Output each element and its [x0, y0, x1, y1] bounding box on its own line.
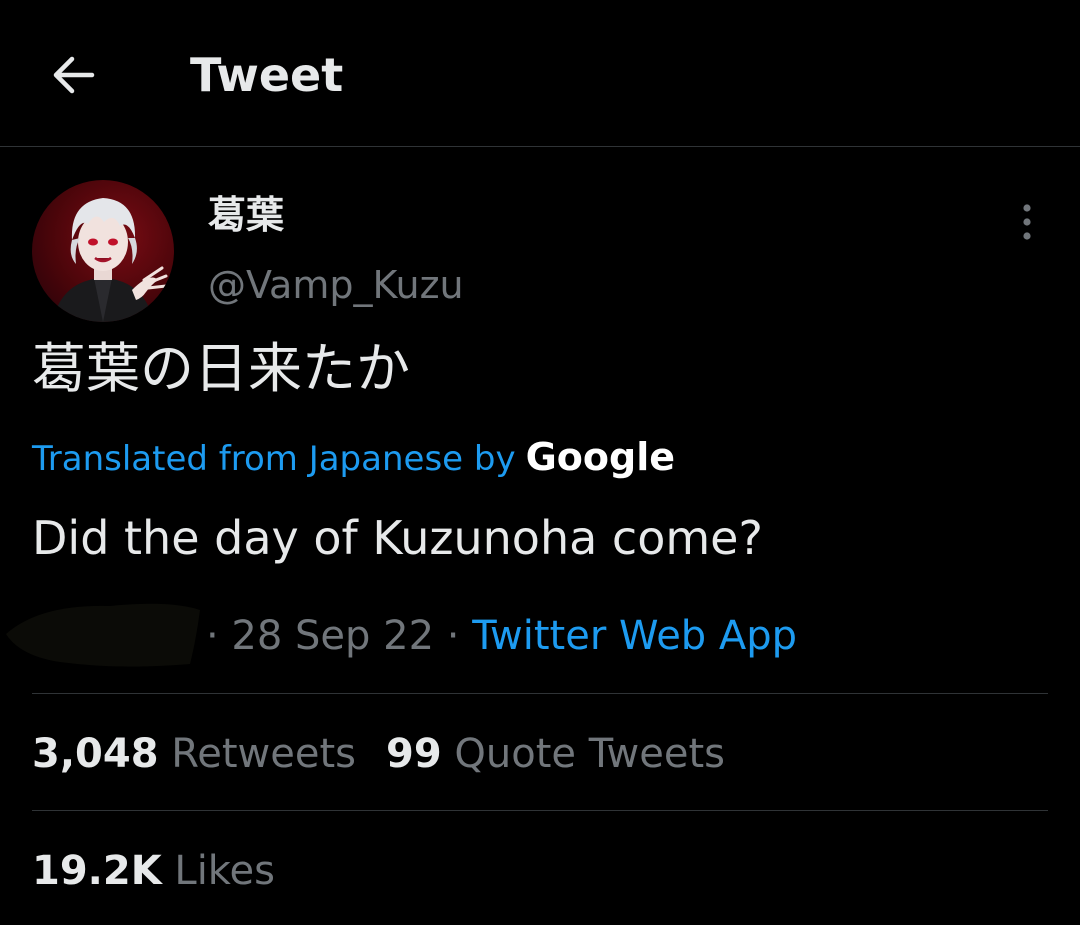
tweet-text: 葛葉の日来たか [32, 337, 410, 400]
retweets-stat[interactable]: 3,048 Retweets [32, 731, 356, 777]
quote-tweets-stat[interactable]: 99 Quote Tweets [386, 731, 725, 777]
likes-count: 19.2K [32, 848, 162, 894]
likes-stats: 19.2K Likes [32, 843, 305, 899]
divider [32, 810, 1048, 811]
tweet-date[interactable]: · 28 Sep 22 · [206, 613, 459, 659]
avatar[interactable] [32, 180, 174, 322]
more-vertical-icon [1023, 204, 1031, 240]
top-bar: Tweet [0, 0, 1080, 147]
quote-tweets-count: 99 [386, 731, 442, 777]
author-handle[interactable]: @Vamp_Kuzu [208, 260, 464, 310]
engagement-stats: 3,048 Retweets 99 Quote Tweets [32, 726, 755, 782]
likes-label: Likes [174, 848, 275, 894]
back-button[interactable] [48, 50, 98, 100]
avatar-illustration [52, 198, 168, 322]
divider [32, 693, 1048, 694]
arrow-left-icon [53, 56, 95, 94]
redaction-scribble [6, 603, 200, 667]
retweets-label: Retweets [171, 731, 356, 777]
retweets-count: 3,048 [32, 731, 159, 777]
tweet-meta: · 28 Sep 22 · Twitter Web App [206, 608, 797, 664]
tweet-source[interactable]: Twitter Web App [472, 613, 797, 659]
translation-toggle-link[interactable]: Translated from Japanese by [32, 439, 516, 479]
translated-text: Did the day of Kuzunoha come? [32, 511, 763, 565]
author-display-name[interactable]: 葛葉 [208, 190, 284, 240]
quote-tweets-label: Quote Tweets [454, 731, 725, 777]
page-title: Tweet [190, 48, 344, 102]
more-options-button[interactable] [1010, 200, 1044, 244]
likes-stat[interactable]: 19.2K Likes [32, 848, 275, 894]
google-logo: Google [525, 435, 675, 479]
translation-attribution: Translated from Japanese by Google [32, 432, 675, 484]
